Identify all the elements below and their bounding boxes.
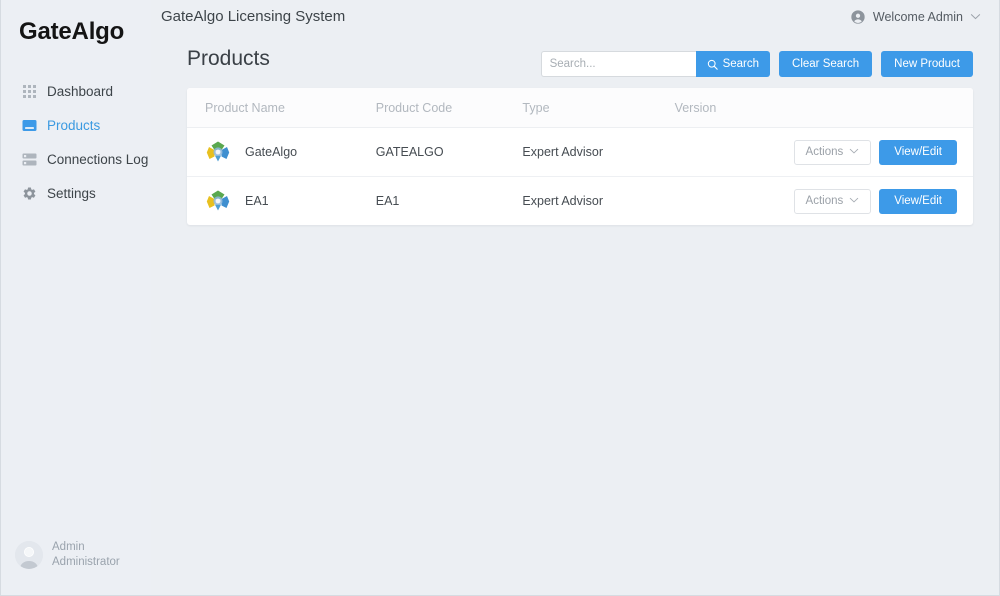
search-icon [707,59,718,70]
gear-icon [21,185,37,201]
table-row: EA1 EA1 Expert Advisor Actions View/Edit [187,177,973,226]
actions-label: Actions [805,195,844,207]
cell-product-code: GATEALGO [375,127,523,177]
products-table: Product Name Product Code Type Version G… [187,88,973,225]
table-header-row: Product Name Product Code Type Version [187,88,973,128]
products-card: Product Name Product Code Type Version G… [187,88,973,225]
main-area: GateAlgo Licensing System Welcome Admin … [151,0,999,595]
products-toolbar: Search Clear Search New Product [540,45,973,77]
actions-dropdown-button[interactable]: Actions [793,139,872,165]
app-title: GateAlgo Licensing System [161,8,346,25]
cell-row-actions: Actions View/Edit [793,177,973,226]
sidebar-nav: Dashboard Products Connections Log Setti… [1,74,151,210]
product-name-text: GateAlgo [245,145,298,159]
sidebar-item-label: Products [47,117,101,133]
chevron-down-icon [849,146,859,159]
product-name-text: EA1 [245,194,269,208]
column-header-type: Type [522,88,675,128]
sidebar-item-label: Settings [47,185,96,201]
cell-product-name: GateAlgo [187,127,376,177]
actions-label: Actions [805,146,844,158]
gatealgo-product-logo [205,188,231,214]
sidebar-item-settings[interactable]: Settings [1,176,151,210]
cell-type: Expert Advisor [522,194,604,208]
gatealgo-product-logo [205,139,231,165]
chevron-down-icon [970,11,981,22]
sidebar-item-dashboard[interactable]: Dashboard [1,74,151,108]
sidebar-user-name: Admin [52,540,85,553]
cell-version [674,127,794,177]
welcome-label: Welcome Admin [872,9,963,24]
app-window: GateAlgo Dashboard Products Connections … [0,0,1000,596]
chevron-down-icon [849,195,859,208]
sidebar-user-profile[interactable]: Admin Administrator [1,540,120,571]
cell-product-name: EA1 [187,177,376,226]
user-circle-icon [850,9,866,25]
view-edit-button[interactable]: View/Edit [879,188,957,214]
column-header-product-code: Product Code [375,88,523,128]
cell-row-actions: Actions View/Edit [793,127,973,177]
welcome-user-menu[interactable]: Welcome Admin [850,9,981,25]
actions-dropdown-button[interactable]: Actions [793,188,872,214]
search-button[interactable]: Search [695,51,771,77]
clear-search-button[interactable]: Clear Search [779,51,873,77]
page-title: Products [187,47,270,70]
cell-type: Expert Advisor [522,127,675,177]
avatar-person-icon [15,541,43,570]
server-icon [21,151,37,167]
grid-dots-icon [21,83,37,99]
search-button-label: Search [722,58,760,70]
box-icon [21,117,37,133]
table-header: Product Name Product Code Type Version [187,88,973,128]
cell-version [675,177,794,226]
column-header-version: Version [674,88,794,128]
new-product-button[interactable]: New Product [881,51,973,77]
column-header-actions [793,88,973,128]
search-group: Search [540,51,771,77]
brand-logo: GateAlgo [19,18,125,45]
sidebar-item-connections-log[interactable]: Connections Log [1,142,151,176]
sidebar-user-text: Admin Administrator [52,540,120,571]
column-header-product-name: Product Name [187,88,376,128]
cell-product-code: EA1 [375,194,400,208]
table-row: GateAlgo GATEALGO Expert Advisor Actions [187,127,973,177]
topbar: GateAlgo Licensing System Welcome Admin [151,0,999,33]
table-body: GateAlgo GATEALGO Expert Advisor Actions [187,127,973,226]
sidebar-item-products[interactable]: Products [1,108,151,142]
sidebar-item-label: Dashboard [47,83,114,99]
sidebar-item-label: Connections Log [47,151,149,167]
view-edit-button[interactable]: View/Edit [879,139,957,165]
page-header: Products Search Clear Search [151,33,999,77]
sidebar: GateAlgo Dashboard Products Connections … [1,0,151,595]
sidebar-user-role: Administrator [52,556,120,569]
search-input[interactable] [540,51,696,77]
